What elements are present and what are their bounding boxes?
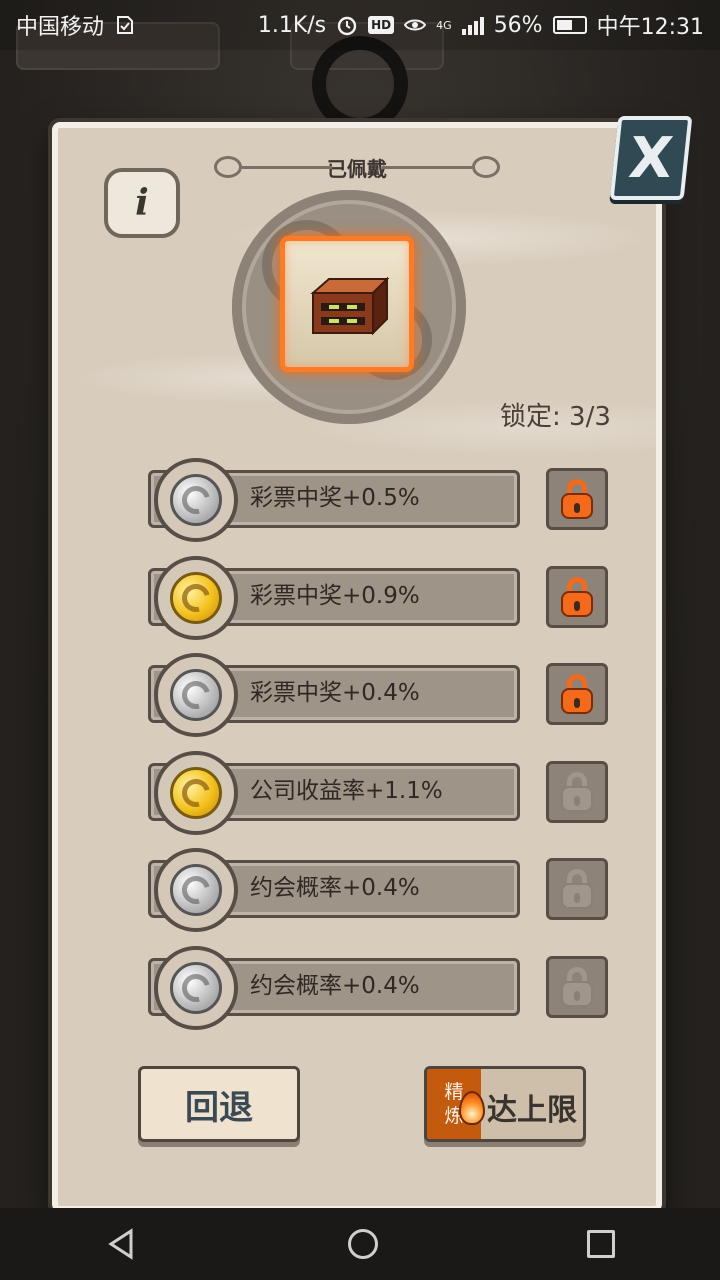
- lock-icon: [561, 576, 593, 617]
- equipped-title-banner: 已佩戴: [206, 150, 508, 184]
- attribute-text: 彩票中奖+0.9%: [250, 582, 420, 609]
- silver-coin-icon: [170, 961, 222, 1014]
- status-bar: 中国移动 1.1K/s HD 4G 56% 中午12:31: [0, 0, 720, 50]
- attribute-coin-frame: [154, 555, 238, 640]
- lock-count-label: 锁定: 3/3: [500, 402, 611, 432]
- signal-icon: [461, 15, 484, 35]
- lock-toggle-button[interactable]: [546, 858, 608, 920]
- attribute-row: 公司收益率+1.1%: [146, 750, 616, 835]
- attribute-text: 约会概率+0.4%: [250, 875, 420, 901]
- carrier-label: 中国移动: [16, 15, 105, 40]
- cloud-ornament-icon: [214, 156, 242, 178]
- title-ornament-line: [382, 166, 472, 169]
- silver-coin-icon: [170, 864, 222, 916]
- sim-check-icon: [117, 16, 134, 34]
- attribute-text: 公司收益率+1.1%: [250, 777, 443, 804]
- gold-coin-icon: [170, 571, 222, 624]
- battery-icon: [552, 16, 587, 34]
- clock: 中午12:31: [596, 15, 704, 40]
- attribute-row: 彩票中奖+0.9%: [146, 555, 616, 640]
- lock-toggle-button[interactable]: [546, 565, 608, 628]
- silver-coin-icon: [170, 474, 222, 526]
- eye-icon: [404, 19, 427, 31]
- alarm-icon: [337, 16, 357, 36]
- navigation-bar: [0, 1208, 720, 1280]
- lock-toggle-button[interactable]: [546, 468, 608, 530]
- attribute-text: 约会概率+0.4%: [250, 972, 420, 999]
- background-ring: [312, 36, 408, 132]
- info-button[interactable]: i: [104, 168, 180, 238]
- battery-percent: 56%: [493, 12, 543, 38]
- title-ornament-line: [242, 166, 332, 169]
- refine-button[interactable]: 精 炼 达上限: [424, 1066, 586, 1142]
- lock-icon: [561, 479, 593, 519]
- attribute-row: 约会概率+0.4%: [146, 848, 616, 932]
- home-icon[interactable]: [347, 1229, 378, 1259]
- silver-coin-icon: [170, 669, 222, 721]
- attribute-text: 彩票中奖+0.4%: [250, 680, 420, 706]
- attribute-row: 彩票中奖+0.4%: [146, 653, 616, 737]
- attribute-coin-frame: [154, 458, 238, 542]
- lock-toggle-button[interactable]: [546, 663, 608, 725]
- hd-badge: HD: [368, 16, 395, 34]
- net-speed-label: 1.1K/s: [257, 12, 327, 38]
- unlock-icon: [561, 966, 593, 1007]
- back-button[interactable]: 回退: [138, 1066, 300, 1142]
- attribute-coin-frame: [154, 750, 238, 835]
- lock-toggle-button[interactable]: [546, 955, 608, 1018]
- info-icon: i: [135, 182, 149, 224]
- unlock-icon: [561, 869, 593, 909]
- gold-coin-icon: [170, 766, 222, 819]
- attribute-row: 彩票中奖+0.5%: [146, 458, 616, 542]
- treasure-chest-icon: [310, 276, 390, 336]
- equipped-title: 已佩戴: [327, 156, 387, 181]
- refine-button-label: 达上限: [487, 1093, 577, 1128]
- attribute-row: 约会概率+0.4%: [146, 945, 616, 1030]
- flame-icon: [459, 1091, 485, 1125]
- unlock-icon: [561, 771, 593, 812]
- lock-icon: [561, 674, 593, 714]
- attribute-text: 彩票中奖+0.5%: [250, 485, 420, 511]
- recent-apps-icon[interactable]: [587, 1230, 616, 1258]
- cloud-ornament-icon: [472, 156, 500, 178]
- back-icon[interactable]: [105, 1227, 139, 1261]
- back-button-label: 回退: [185, 1087, 253, 1128]
- attribute-coin-frame: [154, 945, 238, 1030]
- equipped-item-slot[interactable]: [280, 236, 414, 372]
- lock-toggle-button[interactable]: [546, 760, 608, 823]
- network-type-label: 4G: [436, 18, 452, 32]
- close-icon: X: [625, 125, 677, 191]
- attribute-coin-frame: [154, 653, 238, 737]
- close-button[interactable]: X: [609, 116, 693, 200]
- attribute-coin-frame: [154, 848, 238, 932]
- battery-level: [556, 20, 572, 30]
